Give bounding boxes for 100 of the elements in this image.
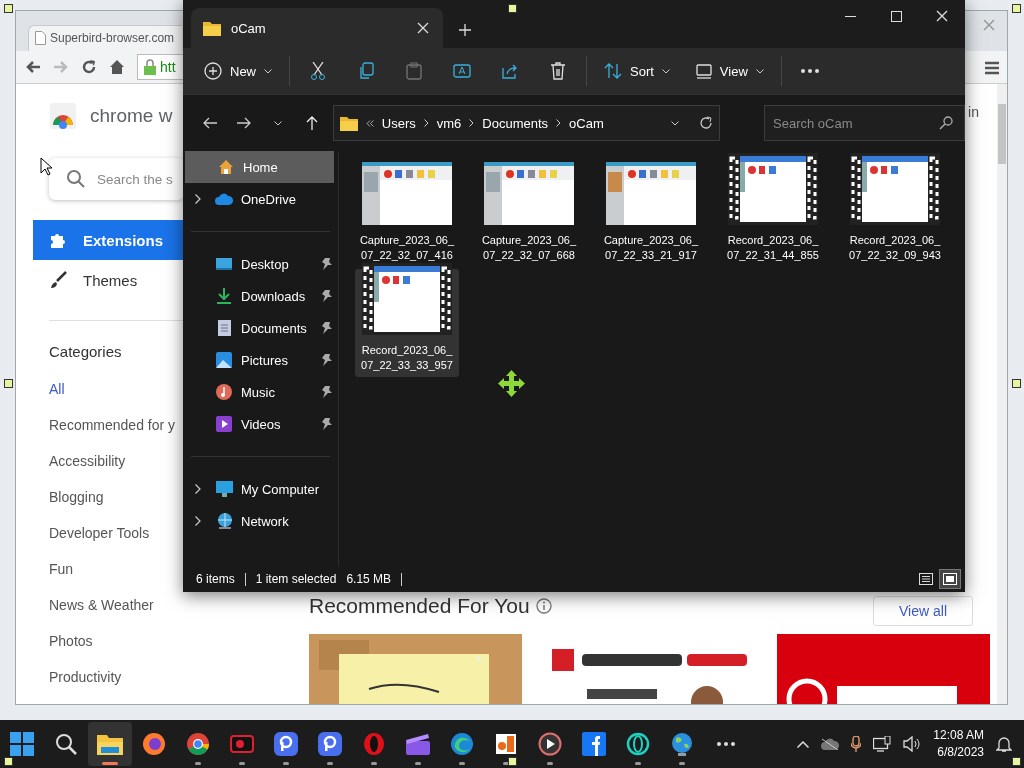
store-title: chrome w xyxy=(90,105,173,127)
category-link[interactable]: Developer Tools xyxy=(49,515,150,551)
nav-item[interactable]: Downloads xyxy=(183,280,338,312)
up-icon xyxy=(305,116,318,130)
file-item[interactable]: Record_2023_06_07_22_31_44_855 xyxy=(721,159,825,267)
nav-item[interactable]: Music xyxy=(183,376,338,408)
close-tab-button[interactable] xyxy=(415,20,431,36)
onedrive-tray-button[interactable] xyxy=(821,738,840,750)
sort-button[interactable]: Sort xyxy=(595,53,679,89)
network-button[interactable] xyxy=(873,736,892,752)
category-link[interactable]: Accessibility xyxy=(49,443,126,479)
nav-item[interactable]: OneDrive xyxy=(183,183,338,215)
sign-in-link[interactable]: in xyxy=(968,104,979,120)
window-tab[interactable]: oCam xyxy=(191,8,443,48)
search-field[interactable]: Search oCam xyxy=(764,105,965,141)
view-all-button[interactable]: View all xyxy=(873,596,973,626)
search-icon xyxy=(55,733,77,755)
chevron-up-icon xyxy=(797,740,810,748)
category-link[interactable]: Fun xyxy=(49,551,74,587)
resize-handle[interactable] xyxy=(4,757,13,766)
pin-icon xyxy=(322,418,332,430)
clock[interactable]: 12:08 AM 6/8/2023 xyxy=(933,727,984,761)
category-link[interactable]: Blogging xyxy=(49,479,104,515)
tiles-view-button[interactable] xyxy=(939,569,961,589)
nav-item[interactable]: Extensions xyxy=(33,220,183,260)
pin-icon xyxy=(322,258,332,270)
menu-button[interactable] xyxy=(985,60,999,75)
view-icon xyxy=(695,63,712,79)
edge-icon xyxy=(450,732,474,756)
brush-icon xyxy=(49,271,67,289)
breadcrumb[interactable]: Documents xyxy=(482,115,549,131)
resize-handle[interactable] xyxy=(4,379,13,388)
file-item[interactable]: Capture_2023_06_07_22_33_21_917 xyxy=(599,159,703,267)
folder-icon xyxy=(339,115,358,131)
nav-item[interactable]: My Computer xyxy=(183,473,338,505)
resize-handle[interactable] xyxy=(508,4,517,13)
network-icon xyxy=(215,513,233,529)
videos-icon xyxy=(216,416,232,432)
info-icon xyxy=(535,598,552,614)
notifications-button[interactable] xyxy=(996,736,1012,752)
volume-button[interactable] xyxy=(903,736,922,752)
new-tab-button[interactable] xyxy=(459,24,471,36)
resize-handle[interactable] xyxy=(1012,757,1021,766)
nav-item[interactable]: Home xyxy=(185,151,334,183)
cloud-icon xyxy=(821,738,840,750)
back-icon xyxy=(25,59,41,74)
breadcrumb[interactable]: vm6 xyxy=(436,115,462,131)
download-icon xyxy=(217,288,231,304)
chevron-right-icon xyxy=(556,119,562,127)
clapper-icon xyxy=(405,733,431,755)
app-icon xyxy=(274,732,298,756)
browser-tab[interactable]: Superbird-browser.com xyxy=(28,24,182,51)
move-cursor-icon xyxy=(498,370,525,397)
search-field[interactable]: Search the s xyxy=(49,158,184,200)
resize-handle[interactable] xyxy=(4,4,13,13)
category-link[interactable]: All xyxy=(49,371,65,407)
resize-handle[interactable] xyxy=(1012,379,1021,388)
copy-icon xyxy=(358,62,374,80)
facebook-icon xyxy=(582,732,606,756)
file-item[interactable]: Capture_2023_06_07_22_32_07_416 xyxy=(355,159,459,267)
nav-item[interactable]: Desktop xyxy=(183,248,338,280)
category-link[interactable]: Recommended for y xyxy=(49,407,176,443)
category-link[interactable]: Photos xyxy=(49,623,93,659)
nav-item[interactable]: Network xyxy=(183,505,338,537)
microphone-button[interactable] xyxy=(851,736,862,752)
file-item[interactable]: Capture_2023_06_07_22_32_07_668 xyxy=(477,159,581,267)
breadcrumb[interactable]: Users xyxy=(381,115,416,131)
resize-handle[interactable] xyxy=(1012,4,1021,13)
category-link[interactable]: Productivity xyxy=(49,659,122,695)
nav-item[interactable]: Videos xyxy=(183,408,338,440)
selection-size: 6.15 MB xyxy=(346,572,392,586)
forward-icon xyxy=(236,117,251,129)
pin-icon xyxy=(322,322,332,334)
scrollbar[interactable] xyxy=(997,84,1007,704)
address-field[interactable]: htt xyxy=(137,53,183,80)
play-icon xyxy=(538,732,562,756)
address-bar[interactable]: Users vm6 Documents oCam xyxy=(332,105,720,141)
taskbar-app[interactable] xyxy=(88,722,132,766)
music-icon xyxy=(216,384,232,400)
chevron-right-icon xyxy=(469,119,475,127)
speaker-icon xyxy=(903,736,922,752)
pin-icon xyxy=(322,354,332,366)
breadcrumb[interactable]: oCam xyxy=(569,115,604,131)
list-icon xyxy=(919,573,933,585)
nav-item[interactable]: Documents xyxy=(183,312,338,344)
category-link[interactable]: News & Weather xyxy=(49,587,154,623)
tray-expand-button[interactable] xyxy=(797,740,810,748)
trash-icon xyxy=(550,62,566,80)
resize-handle[interactable] xyxy=(508,757,517,766)
file-item[interactable]: Record_2023_06_07_22_32_09_943 xyxy=(843,159,947,267)
chevron-down-icon xyxy=(264,68,272,74)
view-button[interactable]: View xyxy=(686,53,773,89)
sort-icon xyxy=(604,62,622,80)
nav-item[interactable]: Themes xyxy=(33,260,183,300)
search-icon xyxy=(939,116,953,130)
nav-item[interactable]: Pictures xyxy=(183,344,338,376)
home-icon xyxy=(218,159,234,175)
new-button[interactable]: New xyxy=(195,53,281,89)
chevron-right-icon xyxy=(195,194,201,204)
cloud-icon xyxy=(215,193,233,205)
